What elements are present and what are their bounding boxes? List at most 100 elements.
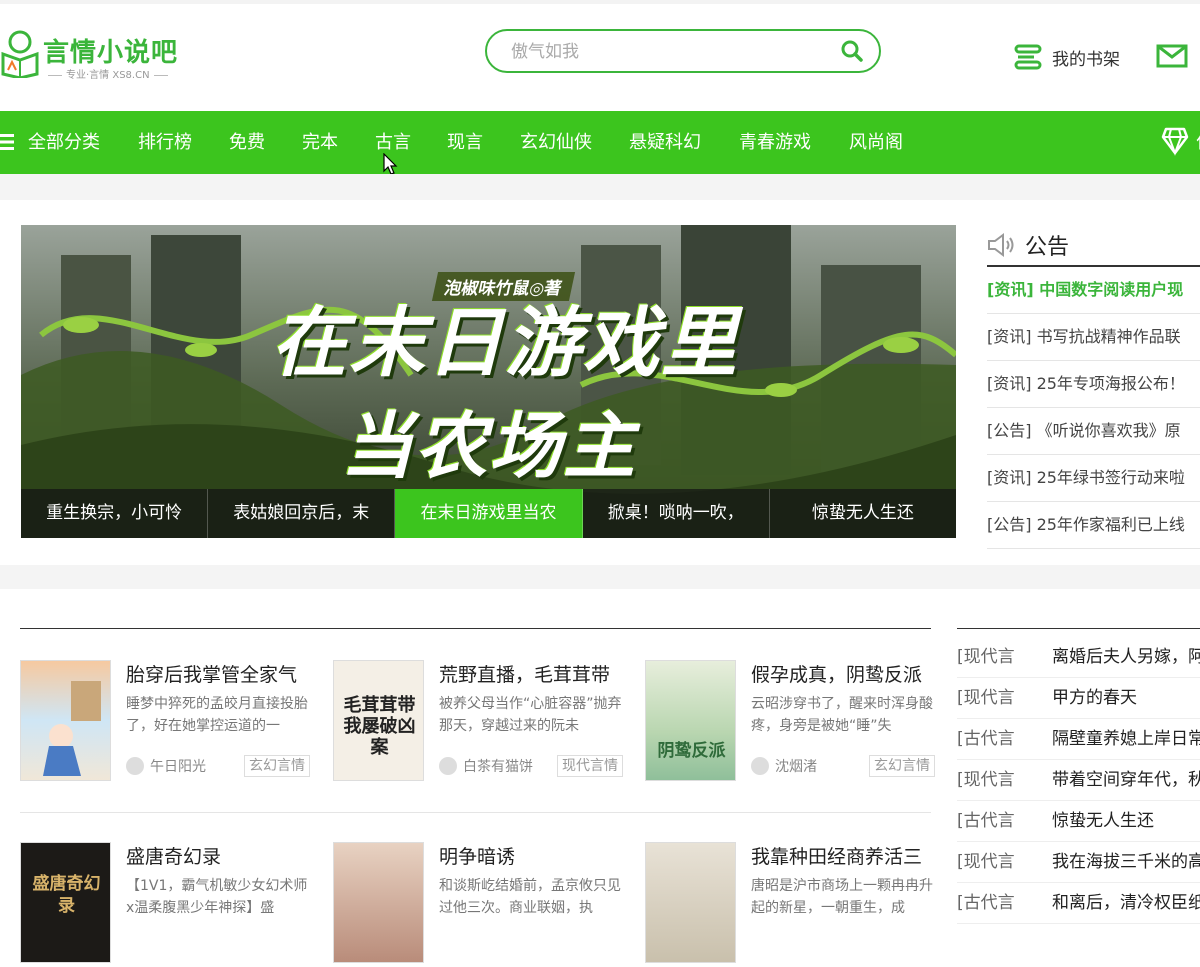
- book-description: 唐昭是沪市商场上一颗冉冉升起的新星，一朝重生，成: [751, 878, 933, 916]
- gray-band-top: [0, 174, 1200, 200]
- rank-book-name: 惊蛰无人生还: [1052, 811, 1154, 831]
- nav-free[interactable]: 免费: [229, 111, 265, 174]
- main-nav: 全部分类 排行榜 免费 完本 古言 现言 玄幻仙侠 悬疑科幻 青春游戏 风尚阁 …: [0, 111, 1200, 174]
- book-cover[interactable]: 毛茸茸带我屡破凶案: [333, 660, 424, 781]
- section-top-rule: [20, 628, 931, 629]
- nav-fantasy[interactable]: 玄幻仙侠: [520, 111, 592, 174]
- book-author[interactable]: 沈烟渚: [751, 756, 817, 776]
- rank-list: [现代言 离婚后夫人另嫁，阿 [现代言 甲方的春天 [古代言 隔壁童养媳上岸日常 [现…: [957, 637, 1200, 924]
- menu-icon: [0, 134, 14, 150]
- genre-tag[interactable]: 玄幻言情: [869, 755, 935, 777]
- mail-icon[interactable]: [1156, 44, 1188, 68]
- rank-book-name: 和离后，清冷权臣纸: [1052, 893, 1200, 913]
- banner-tab[interactable]: 重生换宗，小可怜: [21, 489, 209, 538]
- rank-list-item[interactable]: [现代言 带着空间穿年代，秋: [957, 760, 1200, 801]
- nav-fashion[interactable]: 风尚阁: [849, 111, 903, 174]
- book-title[interactable]: 盛唐奇幻录: [126, 842, 310, 869]
- search-icon[interactable]: [841, 40, 863, 62]
- book-cover[interactable]: 盛唐奇幻录: [20, 842, 111, 963]
- rank-category: [现代言: [957, 852, 1015, 872]
- banner-tab[interactable]: 惊蛰无人生还: [770, 489, 956, 538]
- book-card[interactable]: 我靠种田经商养活三 唐昭是沪市商场上一颗冉冉升起的新星，一朝重生，成: [645, 842, 935, 967]
- genre-tag[interactable]: 玄幻言情: [244, 755, 310, 777]
- cover-title-text: 毛茸茸带我屡破凶案: [343, 695, 416, 758]
- author-avatar: [439, 757, 457, 775]
- book-description: 云昭涉穿书了，醒来时浑身酸疼，身旁是被她“睡”失: [751, 696, 933, 734]
- diamond-icon[interactable]: [1161, 126, 1189, 156]
- rank-book-name: 我在海拔三千米的高: [1052, 852, 1200, 872]
- site-logo[interactable]: 言情小说吧 专业·言情 XS8.CN: [0, 30, 180, 81]
- book-cover[interactable]: [20, 660, 111, 781]
- book-description: 被养父母当作“心脏容器”抛弃那天，穿越过来的阮未: [439, 696, 622, 734]
- author-name: 白茶有猫饼: [463, 759, 533, 775]
- author-name: 午日阳光: [150, 759, 206, 775]
- nav-completed[interactable]: 完本: [302, 111, 338, 174]
- book-title[interactable]: 我靠种田经商养活三: [751, 842, 935, 869]
- book-author[interactable]: 白茶有猫饼: [439, 756, 533, 776]
- top-strip: [0, 0, 1200, 4]
- rank-category: [古代言: [957, 811, 1015, 831]
- nav-suspense-scifi[interactable]: 悬疑科幻: [629, 111, 701, 174]
- book-card[interactable]: 盛唐奇幻录 盛唐奇幻录 【1V1，霸气机敏少女幻术师x温柔腹黑少年神探】盛: [20, 842, 310, 967]
- notice-item[interactable]: [资讯] 25年绿书签行动来啦: [987, 455, 1200, 502]
- book-title[interactable]: 明争暗诱: [439, 842, 623, 869]
- banner-author: 泡椒味竹鼠◎著: [431, 272, 575, 301]
- rank-book-name: 隔壁童养媳上岸日常: [1052, 729, 1200, 749]
- banner-tab[interactable]: 掀桌！唢呐一吹，: [583, 489, 770, 538]
- cover-illustration: [43, 681, 101, 776]
- notice-title: 公告: [1025, 235, 1070, 260]
- hero-banner[interactable]: 泡椒味竹鼠◎著 在末日游戏里 当农场主 重生换宗，小可怜 表姑娘回京后，末 在末…: [21, 225, 956, 538]
- book-description: 和谈斯屹结婚前，孟京攸只见过他三次。商业联姻，执: [439, 878, 621, 916]
- gray-band-middle: [0, 565, 1200, 589]
- logo-title: 言情小说吧: [43, 38, 179, 68]
- rank-list-item[interactable]: [古代言 和离后，清冷权臣纸: [957, 883, 1200, 924]
- banner-tab-active[interactable]: 在末日游戏里当农: [395, 489, 583, 538]
- cover-title-text: 阴鸷反派: [657, 741, 726, 761]
- rank-list-item[interactable]: [现代言 离婚后夫人另嫁，阿: [957, 637, 1200, 678]
- nav-ranking[interactable]: 排行榜: [138, 111, 192, 174]
- nav-all-categories[interactable]: 全部分类: [28, 111, 100, 174]
- banner-title-line2: 当农场主: [341, 404, 638, 488]
- nav-modern-romance[interactable]: 现言: [447, 111, 483, 174]
- book-cover[interactable]: [645, 842, 736, 963]
- banner-tab[interactable]: 表姑娘回京后，末: [208, 489, 396, 538]
- book-cover[interactable]: 阴鸷反派: [645, 660, 736, 781]
- book-title[interactable]: 假孕成真，阴鸷反派: [751, 660, 935, 687]
- rank-list-item[interactable]: [古代言 隔壁童养媳上岸日常: [957, 719, 1200, 760]
- notice-list: [资讯] 中国数字阅读用户现 [资讯] 书写抗战精神作品联 [资讯] 25年专项…: [987, 267, 1200, 549]
- rank-category: [古代言: [957, 893, 1015, 913]
- notice-header: 公告: [987, 225, 1200, 267]
- rank-book-name: 离婚后夫人另嫁，阿: [1052, 647, 1200, 667]
- book-description: 睡梦中猝死的孟皎月直接投胎了，好在她掌控运道的一: [126, 696, 308, 734]
- banner-title-line1: 在末日游戏里: [271, 298, 739, 387]
- speaker-icon: [988, 233, 1014, 257]
- rank-list-item[interactable]: [现代言 甲方的春天: [957, 678, 1200, 719]
- notice-item[interactable]: [资讯] 中国数字阅读用户现: [987, 267, 1200, 314]
- book-author[interactable]: 午日阳光: [126, 756, 206, 776]
- notice-item[interactable]: [公告] 25年作家福利已上线: [987, 502, 1200, 549]
- search-input[interactable]: [509, 39, 833, 65]
- notice-item[interactable]: [公告] 《听说你喜欢我》原: [987, 408, 1200, 455]
- book-title[interactable]: 胎穿后我掌管全家气: [126, 660, 310, 687]
- author-avatar: [126, 757, 144, 775]
- book-cover[interactable]: [333, 842, 424, 963]
- rank-list-item[interactable]: [古代言 惊蛰无人生还: [957, 801, 1200, 842]
- book-title[interactable]: 荒野直播，毛茸茸带: [439, 660, 623, 687]
- book-card[interactable]: 毛茸茸带我屡破凶案 荒野直播，毛茸茸带 被养父母当作“心脏容器”抛弃那天，穿越过…: [333, 660, 623, 785]
- nav-partial-item[interactable]: 仁: [1196, 111, 1200, 174]
- book-card[interactable]: 阴鸷反派 假孕成真，阴鸷反派 云昭涉穿书了，醒来时浑身酸疼，身旁是被她“睡”失 …: [645, 660, 935, 785]
- book-card[interactable]: 胎穿后我掌管全家气 睡梦中猝死的孟皎月直接投胎了，好在她掌控运道的一 午日阳光 …: [20, 660, 310, 785]
- rank-category: [现代言: [957, 688, 1015, 708]
- notice-item[interactable]: [资讯] 书写抗战精神作品联: [987, 314, 1200, 361]
- rank-list-item[interactable]: [现代言 我在海拔三千米的高: [957, 842, 1200, 883]
- book-description: 【1V1，霸气机敏少女幻术师x温柔腹黑少年神探】盛: [126, 878, 308, 916]
- row-divider: [20, 812, 931, 813]
- notice-item[interactable]: [资讯] 25年专项海报公布！: [987, 361, 1200, 408]
- search-box[interactable]: [485, 29, 881, 73]
- bookshelf-label: 我的书架: [1052, 49, 1120, 70]
- genre-tag[interactable]: 现代言情: [557, 755, 623, 777]
- bookshelf-link[interactable]: 我的书架: [1014, 42, 1120, 72]
- nav-youth-games[interactable]: 青春游戏: [739, 111, 811, 174]
- author-avatar: [751, 757, 769, 775]
- book-card[interactable]: 明争暗诱 和谈斯屹结婚前，孟京攸只见过他三次。商业联姻，执: [333, 842, 623, 967]
